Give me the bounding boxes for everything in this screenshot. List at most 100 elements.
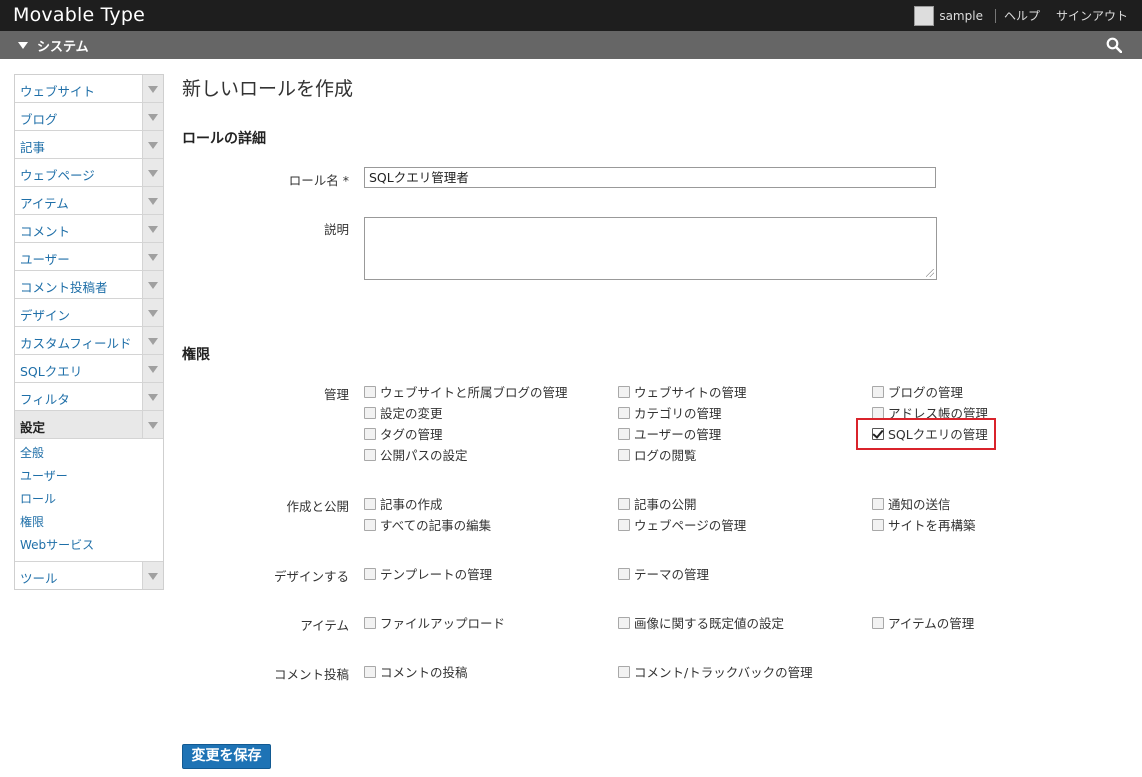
- chevron-down-icon[interactable]: [18, 42, 28, 49]
- checkbox[interactable]: [618, 385, 630, 398]
- sidebar-item-websites[interactable]: ウェブサイト: [15, 75, 163, 103]
- permission-checkbox[interactable]: タグの管理: [364, 424, 443, 443]
- chevron-down-icon[interactable]: [142, 243, 163, 270]
- checkbox[interactable]: [364, 448, 376, 461]
- search-icon[interactable]: [1106, 37, 1122, 53]
- checkbox[interactable]: [364, 567, 376, 580]
- permission-checkbox[interactable]: テンプレートの管理: [364, 564, 492, 583]
- permission-label: ウェブサイトと所属ブログの管理: [380, 385, 568, 400]
- sidebar-item-sql-query[interactable]: SQLクエリ: [15, 355, 163, 383]
- chevron-down-icon[interactable]: [142, 271, 163, 298]
- app-logo[interactable]: Movable Type: [13, 4, 145, 26]
- permission-checkbox[interactable]: サイトを再構築: [872, 515, 976, 534]
- checkbox[interactable]: [364, 616, 376, 629]
- permission-checkbox[interactable]: ウェブサイトと所属ブログの管理: [364, 382, 568, 401]
- chevron-down-icon[interactable]: [142, 299, 163, 326]
- chevron-down-icon[interactable]: [142, 411, 163, 438]
- sidebar-item-blogs[interactable]: ブログ: [15, 103, 163, 131]
- checkbox[interactable]: [364, 518, 376, 531]
- description-textarea[interactable]: [364, 217, 937, 280]
- submenu-item-users[interactable]: ユーザー: [15, 465, 163, 488]
- user-avatar[interactable]: [914, 5, 935, 26]
- save-button[interactable]: 変更を保存: [182, 744, 271, 769]
- checkbox[interactable]: [364, 497, 376, 510]
- permission-label: コメント/トラックバックの管理: [634, 665, 813, 680]
- chevron-down-icon[interactable]: [142, 75, 163, 102]
- checkbox[interactable]: [872, 616, 884, 629]
- chevron-down-icon[interactable]: [142, 215, 163, 242]
- permission-checkbox[interactable]: カテゴリの管理: [618, 403, 722, 422]
- sidebar-item-label: 記事: [20, 140, 46, 155]
- submenu-item-permissions[interactable]: 権限: [15, 511, 163, 534]
- sidebar-item-pages[interactable]: ウェブページ: [15, 159, 163, 187]
- permission-checkbox[interactable]: 記事の公開: [618, 494, 697, 513]
- checkbox[interactable]: [618, 518, 630, 531]
- chevron-down-icon[interactable]: [142, 131, 163, 158]
- sidebar-item-assets[interactable]: アイテム: [15, 187, 163, 215]
- user-link[interactable]: sample: [939, 9, 983, 23]
- chevron-down-icon[interactable]: [142, 355, 163, 382]
- permission-checkbox[interactable]: 画像に関する既定値の設定: [618, 613, 784, 632]
- sidebar-item-label: ツール: [20, 571, 58, 586]
- sidebar-item-filters[interactable]: フィルタ: [15, 383, 163, 411]
- permission-checkbox[interactable]: テーマの管理: [618, 564, 709, 583]
- checkbox[interactable]: [618, 665, 630, 678]
- help-link[interactable]: ヘルプ: [1004, 7, 1040, 24]
- checkbox[interactable]: [872, 385, 884, 398]
- sidebar-item-settings[interactable]: 設定: [15, 411, 163, 439]
- signout-link[interactable]: サインアウト: [1056, 7, 1128, 24]
- scope-selector[interactable]: システム: [37, 36, 89, 55]
- checkbox[interactable]: [618, 427, 630, 440]
- checkbox[interactable]: [872, 406, 884, 419]
- chevron-down-icon[interactable]: [142, 562, 163, 589]
- permission-checkbox[interactable]: 公開パスの設定: [364, 445, 468, 464]
- sidebar-item-label: ウェブページ: [20, 168, 95, 183]
- permission-checkbox[interactable]: 設定の変更: [364, 403, 443, 422]
- sidebar-item-tools[interactable]: ツール: [15, 562, 163, 589]
- checkbox[interactable]: [618, 497, 630, 510]
- sidebar-item-comments[interactable]: コメント: [15, 215, 163, 243]
- permission-checkbox[interactable]: 通知の送信: [872, 494, 951, 513]
- permission-label: ログの閲覧: [634, 448, 697, 463]
- chevron-down-icon[interactable]: [142, 159, 163, 186]
- chevron-down-icon[interactable]: [142, 103, 163, 130]
- submenu-item-roles[interactable]: ロール: [15, 488, 163, 511]
- checkbox[interactable]: [872, 497, 884, 510]
- sidebar-item-label: ウェブサイト: [20, 84, 96, 99]
- chevron-down-icon[interactable]: [142, 327, 163, 354]
- permission-checkbox[interactable]: ログの閲覧: [618, 445, 697, 464]
- sidebar-item-custom-fields[interactable]: カスタムフィールド: [15, 327, 163, 355]
- permission-checkbox[interactable]: アイテムの管理: [872, 613, 974, 632]
- resize-handle[interactable]: [926, 269, 934, 277]
- checkbox[interactable]: [364, 665, 376, 678]
- permission-label: 記事の作成: [380, 497, 443, 512]
- permission-label: 設定の変更: [380, 406, 443, 421]
- role-name-input[interactable]: SQLクエリ管理者: [364, 167, 936, 188]
- sidebar-item-design[interactable]: デザイン: [15, 299, 163, 327]
- permission-checkbox[interactable]: コメントの投稿: [364, 662, 468, 681]
- permission-checkbox[interactable]: ファイルアップロード: [364, 613, 505, 632]
- permission-checkbox[interactable]: コメント/トラックバックの管理: [618, 662, 813, 681]
- checkbox[interactable]: [618, 567, 630, 580]
- permission-checkbox[interactable]: 記事の作成: [364, 494, 443, 513]
- permission-checkbox[interactable]: ユーザーの管理: [618, 424, 721, 443]
- chevron-down-icon[interactable]: [142, 187, 163, 214]
- permission-checkbox[interactable]: ウェブページの管理: [618, 515, 746, 534]
- submenu-item-web-services[interactable]: Webサービス: [15, 534, 163, 557]
- checkbox[interactable]: [618, 616, 630, 629]
- divider: [994, 8, 996, 23]
- sidebar-item-commenters[interactable]: コメント投稿者: [15, 271, 163, 299]
- submenu-item-general[interactable]: 全般: [15, 442, 163, 465]
- permission-checkbox[interactable]: すべての記事の編集: [364, 515, 491, 534]
- sidebar-item-users[interactable]: ユーザー: [15, 243, 163, 271]
- checkbox[interactable]: [364, 385, 376, 398]
- sidebar-item-entries[interactable]: 記事: [15, 131, 163, 159]
- checkbox[interactable]: [618, 448, 630, 461]
- chevron-down-icon[interactable]: [142, 383, 163, 410]
- checkbox[interactable]: [618, 406, 630, 419]
- permission-checkbox[interactable]: ウェブサイトの管理: [618, 382, 747, 401]
- checkbox[interactable]: [872, 518, 884, 531]
- permission-checkbox[interactable]: ブログの管理: [872, 382, 963, 401]
- checkbox[interactable]: [364, 427, 376, 440]
- checkbox[interactable]: [364, 406, 376, 419]
